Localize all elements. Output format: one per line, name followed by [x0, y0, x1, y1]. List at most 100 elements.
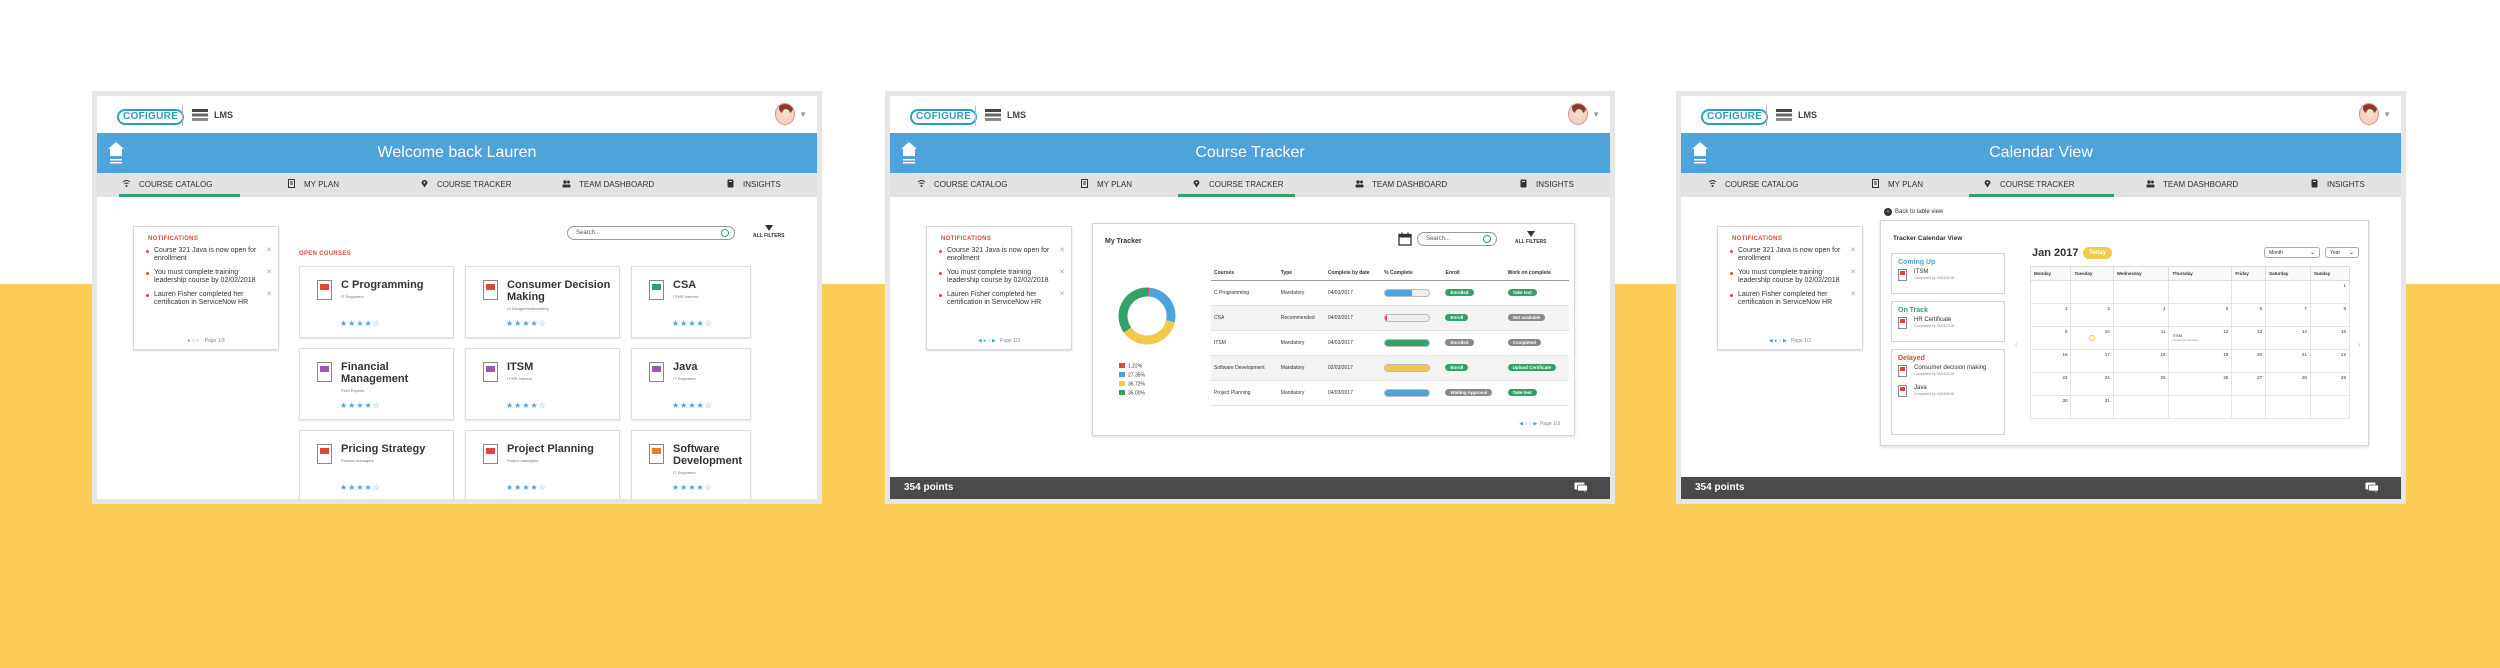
- work-action-button[interactable]: Take test: [1507, 289, 1537, 296]
- chat-icon[interactable]: [1574, 482, 1588, 493]
- table-row[interactable]: Software Development Mandatory 02/03/2017 E…: [1211, 355, 1569, 381]
- calendar-day-cell[interactable]: 22: [2309, 349, 2351, 373]
- search-icon[interactable]: [1483, 235, 1491, 243]
- notifications-pager[interactable]: ◀ ● ○ ▶ Page 1/3: [927, 338, 1071, 344]
- notification-item[interactable]: You must complete training leadership co…: [1730, 269, 1856, 285]
- tab-team-dashboard[interactable]: TEAM DASHBOARD: [1355, 173, 1447, 197]
- tab-insights[interactable]: INSIGHTS: [1519, 173, 1574, 197]
- today-button[interactable]: Today: [2083, 247, 2113, 259]
- user-avatar[interactable]: [775, 103, 795, 125]
- status-item[interactable]: Consumer decision making Completed by 03/…: [1898, 365, 2000, 381]
- search-input[interactable]: Search...: [567, 226, 735, 240]
- search-input[interactable]: Search...: [1417, 232, 1497, 246]
- calendar-day-cell[interactable]: 28: [2265, 372, 2311, 396]
- table-row[interactable]: CSA Recommended 04/03/2017 Enroll Not availa…: [1211, 305, 1569, 331]
- chat-icon[interactable]: [2365, 482, 2379, 493]
- calendar-day-cell[interactable]: 23: [2029, 372, 2072, 396]
- status-item[interactable]: ITSM Completed by 03/04/2018: [1898, 269, 2000, 285]
- user-avatar[interactable]: [2359, 103, 2379, 125]
- chevron-left-icon[interactable]: ‹: [2015, 340, 2018, 349]
- tab-my-plan[interactable]: MY PLAN: [1871, 173, 1923, 197]
- chevron-down-icon[interactable]: ▼: [1592, 110, 1600, 119]
- enroll-button[interactable]: Enrolled: [1445, 339, 1474, 346]
- enroll-button[interactable]: Waiting Approval: [1445, 389, 1493, 396]
- status-item[interactable]: Java Completed by 03/04/2018: [1898, 385, 2000, 401]
- tab-team-dashboard[interactable]: TEAM DASHBOARD: [2146, 173, 2238, 197]
- tab-course-tracker[interactable]: COURSE TRACKER: [1178, 173, 1295, 197]
- table-row[interactable]: Project Planning Mandatory 04/03/2017 Waiti…: [1211, 380, 1569, 406]
- calendar-day-cell[interactable]: 26: [2168, 372, 2233, 396]
- calendar-day-cell[interactable]: 27: [2231, 372, 2267, 396]
- tab-my-plan[interactable]: MY PLAN: [1080, 173, 1132, 197]
- course-card[interactable]: Consumer Decision Making Ui Designers/Mar…: [465, 266, 620, 338]
- tab-course-catalog[interactable]: COURSE CATALOG: [917, 173, 1008, 197]
- calendar-day-cell[interactable]: 19: [2168, 349, 2233, 373]
- calendar-day-cell[interactable]: 8: [2309, 303, 2351, 327]
- tracker-pager[interactable]: ◀ ○ ○ ▶ Page 1/3: [1519, 421, 1560, 427]
- notification-item[interactable]: Course 321 Java is now open for enrollme…: [939, 247, 1065, 263]
- cofigure-logo[interactable]: COFIGURE: [1701, 109, 1769, 125]
- calendar-day-cell[interactable]: 5: [2168, 303, 2233, 327]
- column-header[interactable]: % Complete: [1381, 266, 1443, 281]
- calendar-day-cell[interactable]: 11: [2112, 326, 2170, 350]
- close-icon[interactable]: ✕: [266, 269, 272, 277]
- notification-item[interactable]: Course 321 Java is now open for enrollme…: [1730, 247, 1856, 263]
- work-action-button[interactable]: Not available: [1507, 314, 1546, 321]
- close-icon[interactable]: ✕: [266, 291, 272, 299]
- close-icon[interactable]: ✕: [1850, 247, 1856, 255]
- column-header[interactable]: Complete by date: [1324, 266, 1382, 281]
- tab-course-tracker[interactable]: COURSE TRACKER: [420, 173, 512, 197]
- calendar-day-cell[interactable]: 14: [2265, 326, 2311, 350]
- calendar-day-cell[interactable]: 16: [2029, 349, 2072, 373]
- notification-item[interactable]: Course 321 Java is now open for enrollme…: [146, 247, 272, 263]
- notifications-pager[interactable]: ◀ ● ○ ▶ Page 1/3: [1718, 338, 1862, 344]
- notifications-pager[interactable]: ● ○ ○ Page 1/3: [134, 338, 278, 344]
- status-item[interactable]: HR Certificate Completed by 03/04/2018: [1898, 317, 2000, 333]
- tab-course-tracker[interactable]: COURSE TRACKER: [1969, 173, 2114, 197]
- work-action-button[interactable]: Upload Certificate: [1507, 364, 1557, 371]
- calendar-day-cell[interactable]: 10: [2070, 326, 2114, 350]
- calendar-day-cell[interactable]: 3: [2070, 303, 2114, 327]
- course-card[interactable]: Financial Management Field Experts ★★★★☆: [299, 348, 454, 420]
- course-card[interactable]: Java IT Engineers ★★★★☆: [631, 348, 751, 420]
- course-card[interactable]: ITSM IT/HR Interest ★★★★☆: [465, 348, 620, 420]
- close-icon[interactable]: ✕: [1059, 269, 1065, 277]
- calendar-day-cell[interactable]: 17: [2070, 349, 2114, 373]
- table-row[interactable]: C Programming Mandatory 04/03/2017 Enrolled…: [1211, 280, 1569, 306]
- tab-course-catalog[interactable]: COURSE CATALOG: [119, 173, 240, 197]
- course-card[interactable]: CSA IT/HR Interest ★★★★☆: [631, 266, 751, 338]
- work-action-button[interactable]: Take test: [1507, 389, 1537, 396]
- calendar-day-cell[interactable]: 21: [2265, 349, 2311, 373]
- tab-team-dashboard[interactable]: TEAM DASHBOARD: [562, 173, 654, 197]
- calendar-icon[interactable]: [1398, 232, 1412, 246]
- column-header[interactable]: Courses: [1211, 266, 1278, 281]
- calendar-day-cell[interactable]: 24: [2070, 372, 2114, 396]
- close-icon[interactable]: ✕: [1850, 291, 1856, 299]
- tab-insights[interactable]: INSIGHTS: [2310, 173, 2365, 197]
- event-marker[interactable]: [2089, 335, 2096, 341]
- calendar-day-cell[interactable]: 12 ITSM Consumer decision: [2168, 326, 2233, 350]
- column-header[interactable]: Work on complete: [1504, 266, 1569, 281]
- close-icon[interactable]: ✕: [266, 247, 272, 255]
- all-filters-button[interactable]: ALL FILTERS: [753, 225, 784, 239]
- calendar-day-cell[interactable]: 13: [2231, 326, 2267, 350]
- search-icon[interactable]: [721, 229, 729, 237]
- work-action-button[interactable]: Completed: [1507, 339, 1541, 346]
- notification-item[interactable]: Lauren Fisher completed her certificatio…: [1730, 291, 1856, 307]
- all-filters-button[interactable]: ALL FILTERS: [1515, 231, 1546, 245]
- calendar-day-cell[interactable]: 29: [2309, 372, 2351, 396]
- calendar-day-cell[interactable]: 6: [2231, 303, 2267, 327]
- table-row[interactable]: ITSM Mandatory 04/03/2017 Enrolled Completed: [1211, 330, 1569, 356]
- user-avatar[interactable]: [1568, 103, 1588, 125]
- notification-item[interactable]: You must complete training leadership co…: [939, 269, 1065, 285]
- column-header[interactable]: Enroll: [1442, 266, 1505, 281]
- course-card[interactable]: C Programming IT Engineers ★★★★☆: [299, 266, 454, 338]
- calendar-day-cell[interactable]: 9: [2029, 326, 2072, 350]
- tab-course-catalog[interactable]: COURSE CATALOG: [1708, 173, 1799, 197]
- calendar-day-cell[interactable]: 30: [2029, 395, 2072, 419]
- enroll-button[interactable]: Enrolled: [1445, 289, 1474, 296]
- notification-item[interactable]: Lauren Fisher completed her certificatio…: [939, 291, 1065, 307]
- close-icon[interactable]: ✕: [1850, 269, 1856, 277]
- cofigure-logo[interactable]: COFIGURE: [910, 109, 978, 125]
- close-icon[interactable]: ✕: [1059, 247, 1065, 255]
